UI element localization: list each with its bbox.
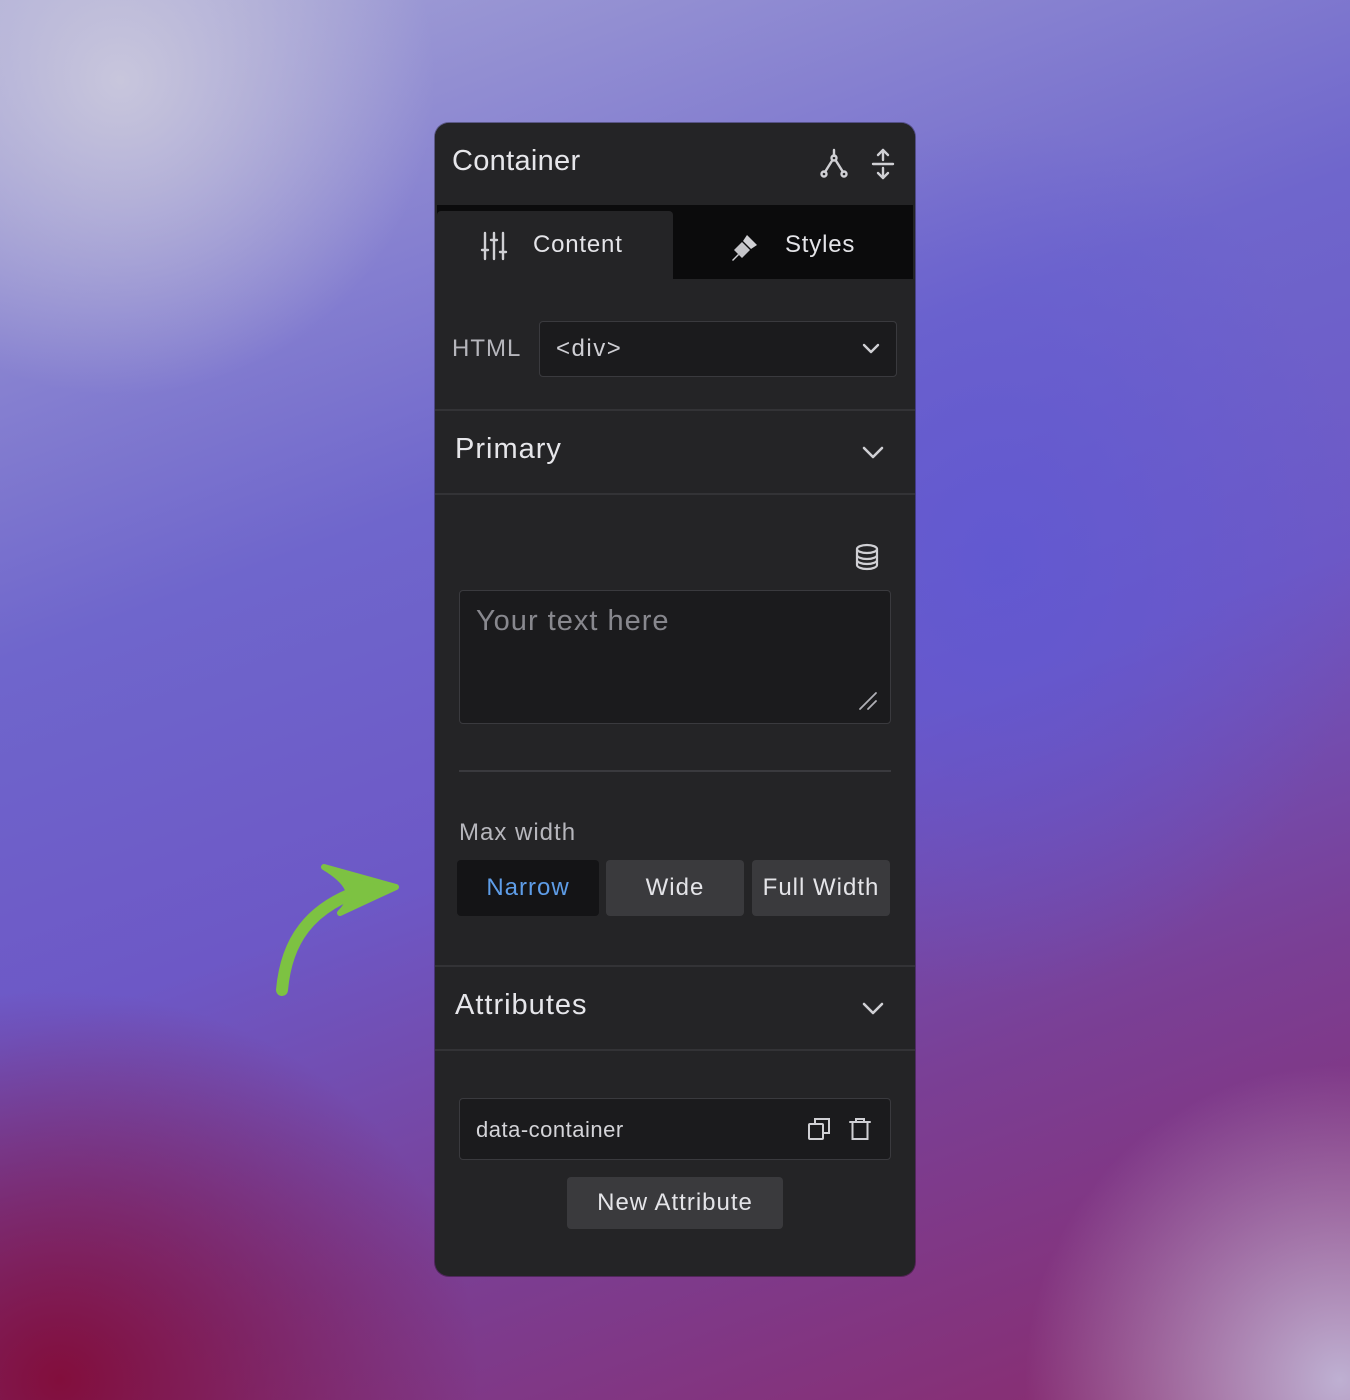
max-width-label: Max width	[459, 819, 577, 846]
divider	[435, 1049, 915, 1051]
chevron-down-icon	[861, 440, 885, 464]
chevron-down-icon	[861, 996, 885, 1020]
html-label: HTML	[452, 335, 522, 362]
paintbrush-icon	[729, 231, 759, 261]
html-tag-value: <div>	[556, 335, 623, 362]
html-tag-row: HTML <div>	[435, 321, 915, 377]
attributes-section-title: Attributes	[455, 989, 588, 1021]
duplicate-icon[interactable]	[806, 1116, 832, 1142]
chevron-down-icon	[860, 337, 882, 359]
html-tag-select[interactable]: <div>	[539, 321, 897, 377]
trash-icon[interactable]	[847, 1116, 873, 1142]
tab-content[interactable]: Content	[437, 211, 673, 279]
vertical-resize-icon[interactable]	[866, 147, 900, 181]
divider	[459, 770, 891, 772]
divider	[435, 493, 915, 495]
tab-styles-label: Styles	[785, 231, 856, 258]
panel-header: Container	[435, 123, 915, 205]
resize-handle-icon[interactable]	[858, 691, 878, 711]
container-settings-panel: Container Content Styles HTML <div> Prim…	[435, 123, 915, 1276]
primary-section-header[interactable]: Primary	[435, 411, 915, 493]
annotation-arrow-icon	[276, 864, 399, 996]
panel-title: Container	[452, 145, 581, 177]
max-width-narrow-button[interactable]: Narrow	[457, 860, 599, 916]
primary-section-title: Primary	[455, 433, 562, 465]
text-placeholder: Your text here	[476, 605, 670, 637]
attribute-row[interactable]: data-container	[459, 1098, 891, 1160]
attribute-name: data-container	[476, 1117, 624, 1142]
tab-content-label: Content	[533, 231, 623, 258]
new-attribute-button[interactable]: New Attribute	[567, 1177, 783, 1229]
database-icon[interactable]	[853, 543, 881, 571]
branch-icon[interactable]	[817, 147, 851, 181]
max-width-wide-button[interactable]: Wide	[606, 860, 744, 916]
sliders-icon	[479, 231, 509, 261]
primary-text-input[interactable]: Your text here	[459, 590, 891, 724]
tab-styles[interactable]: Styles	[675, 211, 913, 279]
tab-bar: Content Styles	[437, 205, 913, 279]
max-width-full-width-button[interactable]: Full Width	[752, 860, 890, 916]
attributes-section-header[interactable]: Attributes	[435, 967, 915, 1049]
